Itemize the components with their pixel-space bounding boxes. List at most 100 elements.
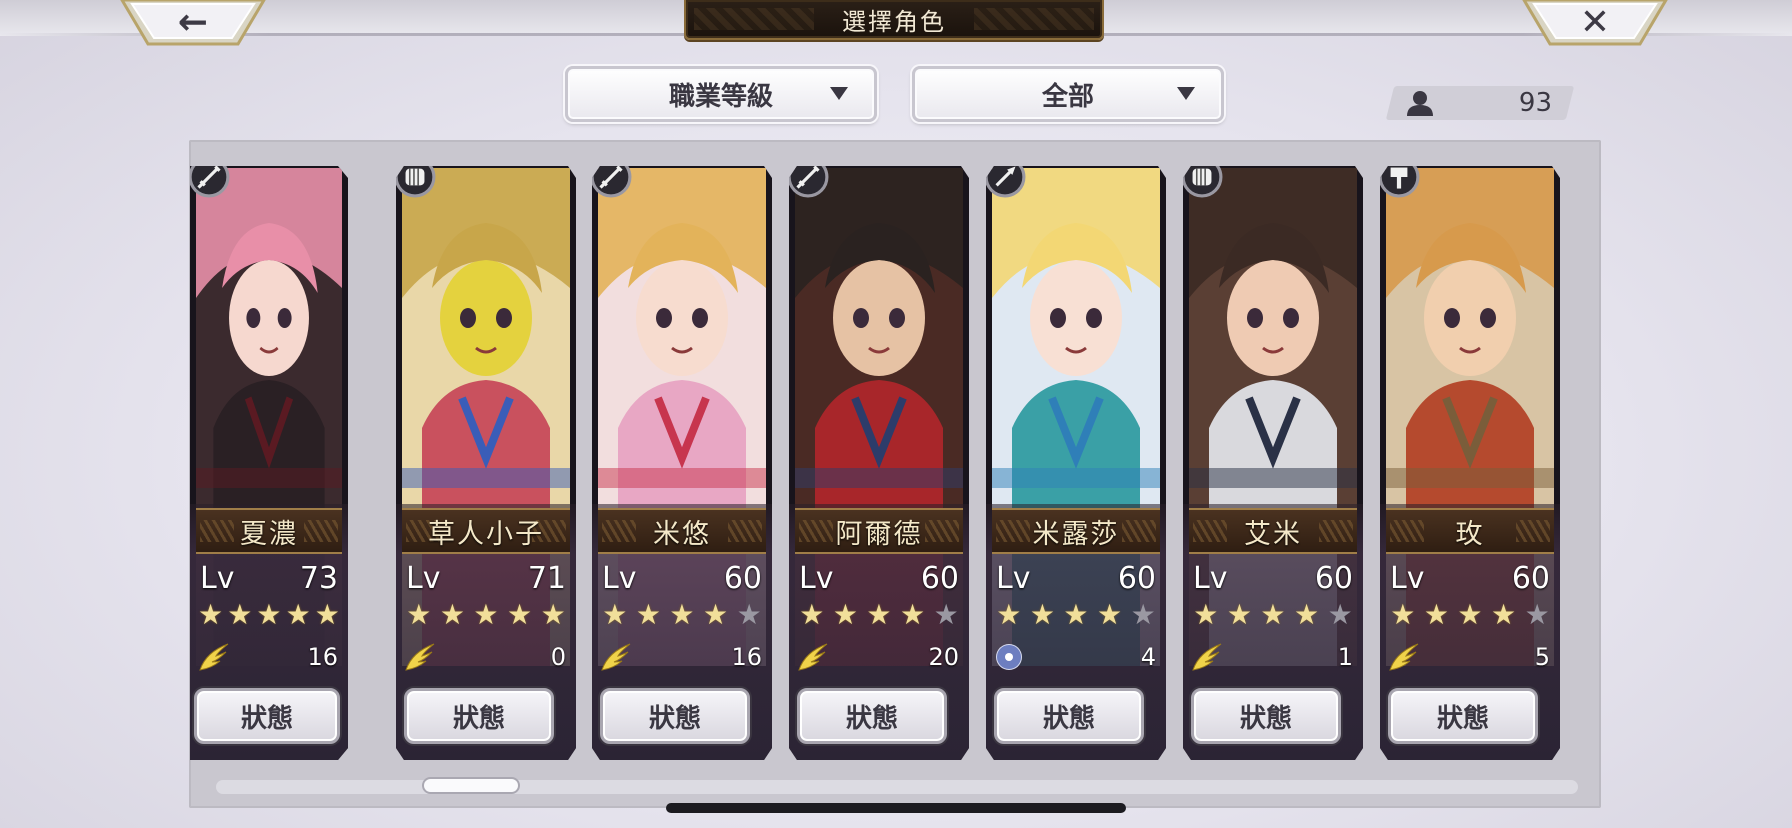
awaken-row: 16 <box>198 640 338 674</box>
character-level: 60 <box>1117 560 1156 596</box>
character-card[interactable]: 草人小子 Lv 71 ★ ★ ★ ★ ★ 0 狀態 <box>396 166 576 760</box>
level-label: Lv <box>996 560 1031 596</box>
status-button[interactable]: 狀態 <box>797 688 947 744</box>
job-level-sort-dropdown[interactable]: 職業等級 <box>565 66 877 122</box>
wing-icon <box>798 643 828 671</box>
category-filter-label: 全部 <box>1041 81 1094 112</box>
star-filled-icon: ★ <box>1423 598 1449 631</box>
roster-count: 93 <box>1518 88 1552 118</box>
star-filled-icon: ★ <box>669 598 695 631</box>
person-icon <box>1407 91 1433 116</box>
level-label: Lv <box>1390 560 1425 596</box>
awaken-count: 20 <box>928 643 959 671</box>
rarity-stars: ★ ★ ★ ★ ★ <box>1189 600 1357 630</box>
star-filled-icon: ★ <box>540 598 566 631</box>
character-name-bar: 阿爾德 <box>795 508 963 554</box>
category-filter-dropdown[interactable]: 全部 <box>912 66 1224 122</box>
status-button[interactable]: 狀態 <box>194 688 340 744</box>
star-filled-icon: ★ <box>703 598 729 631</box>
awaken-row: 5 <box>1388 640 1550 674</box>
character-level: 73 <box>299 560 338 596</box>
star-filled-icon: ★ <box>227 598 253 631</box>
character-level: 60 <box>1314 560 1353 596</box>
status-button-label: 狀態 <box>1239 703 1292 734</box>
star-filled-icon: ★ <box>1491 598 1517 631</box>
character-level: 60 <box>723 560 762 596</box>
star-filled-icon: ★ <box>996 598 1022 631</box>
rarity-stars: ★ ★ ★ ★ ★ <box>992 600 1160 630</box>
level-label: Lv <box>799 560 834 596</box>
character-card[interactable]: 阿爾德 Lv 60 ★ ★ ★ ★ ★ 20 狀態 <box>789 166 969 760</box>
page-title: 選擇角色 <box>842 7 946 36</box>
character-name: 米露莎 <box>1032 518 1120 550</box>
character-level-row: Lv 73 <box>200 558 338 598</box>
star-filled-icon: ★ <box>314 598 340 631</box>
level-label: Lv <box>1193 560 1228 596</box>
awaken-row: 1 <box>1191 640 1353 674</box>
level-label: Lv <box>406 560 441 596</box>
character-name-bar: 米悠 <box>598 508 766 554</box>
character-card[interactable]: 玫 Lv 60 ★ ★ ★ ★ ★ 5 狀態 <box>1380 166 1560 760</box>
close-icon: ✕ <box>1579 1 1611 43</box>
star-filled-icon: ★ <box>1193 598 1219 631</box>
character-name-bar: 艾米 <box>1189 508 1357 554</box>
character-level-row: Lv 60 <box>799 558 959 598</box>
awaken-row: 16 <box>600 640 762 674</box>
character-level: 60 <box>920 560 959 596</box>
star-empty-icon: ★ <box>1130 598 1156 631</box>
wing-icon <box>601 643 631 671</box>
status-button[interactable]: 狀態 <box>994 688 1144 744</box>
wing-icon <box>1192 643 1222 671</box>
wing-icon <box>1389 643 1419 671</box>
character-name-bar: 夏濃 <box>196 508 342 554</box>
character-name-bar: 草人小子 <box>402 508 570 554</box>
character-level: 71 <box>527 560 566 596</box>
level-label: Lv <box>602 560 637 596</box>
horizontal-scrollbar[interactable] <box>216 780 1578 794</box>
scrollbar-thumb[interactable] <box>422 777 520 794</box>
character-card[interactable]: 米悠 Lv 60 ★ ★ ★ ★ ★ 16 狀態 <box>592 166 772 760</box>
star-filled-icon: ★ <box>1294 598 1320 631</box>
star-filled-icon: ★ <box>198 598 224 631</box>
character-level-row: Lv 60 <box>996 558 1156 598</box>
character-level: 60 <box>1511 560 1550 596</box>
level-label: Lv <box>200 560 235 596</box>
star-filled-icon: ★ <box>507 598 533 631</box>
status-button[interactable]: 狀態 <box>404 688 554 744</box>
back-arrow-icon: ← <box>177 1 209 43</box>
page-title-plate: 選擇角色 <box>684 0 1104 40</box>
awaken-count: 5 <box>1534 643 1550 671</box>
job-level-sort-label: 職業等級 <box>668 81 773 112</box>
star-filled-icon: ★ <box>1029 598 1055 631</box>
character-card[interactable]: 夏濃 Lv 73 ★ ★ ★ ★ ★ 16 狀態 <box>190 166 348 760</box>
star-filled-icon: ★ <box>1390 598 1416 631</box>
character-name: 夏濃 <box>240 518 298 550</box>
character-card[interactable]: 艾米 Lv 60 ★ ★ ★ ★ ★ 1 狀態 <box>1183 166 1363 760</box>
character-name: 阿爾德 <box>835 518 923 550</box>
character-card[interactable]: 米露莎 Lv 60 ★ ★ ★ ★ ★ 4 狀態 <box>986 166 1166 760</box>
back-button[interactable]: ← <box>118 0 268 50</box>
awaken-count: 1 <box>1337 643 1353 671</box>
star-filled-icon: ★ <box>439 598 465 631</box>
awaken-count: 0 <box>550 643 566 671</box>
star-filled-icon: ★ <box>832 598 858 631</box>
character-name: 草人小子 <box>428 518 544 550</box>
star-empty-icon: ★ <box>1524 598 1550 631</box>
status-button[interactable]: 狀態 <box>600 688 750 744</box>
status-button[interactable]: 狀態 <box>1191 688 1341 744</box>
wing-icon <box>405 643 435 671</box>
star-filled-icon: ★ <box>406 598 432 631</box>
character-name: 米悠 <box>653 518 711 550</box>
close-button[interactable]: ✕ <box>1520 0 1670 50</box>
character-level-row: Lv 60 <box>602 558 762 598</box>
character-level-row: Lv 71 <box>406 558 566 598</box>
awaken-count: 16 <box>307 643 338 671</box>
chevron-down-icon <box>1177 87 1195 100</box>
chevron-down-icon <box>830 87 848 100</box>
character-name-bar: 玫 <box>1386 508 1554 554</box>
star-filled-icon: ★ <box>602 598 628 631</box>
star-empty-icon: ★ <box>1327 598 1353 631</box>
awaken-row: 20 <box>797 640 959 674</box>
star-filled-icon: ★ <box>256 598 282 631</box>
status-button[interactable]: 狀態 <box>1388 688 1538 744</box>
